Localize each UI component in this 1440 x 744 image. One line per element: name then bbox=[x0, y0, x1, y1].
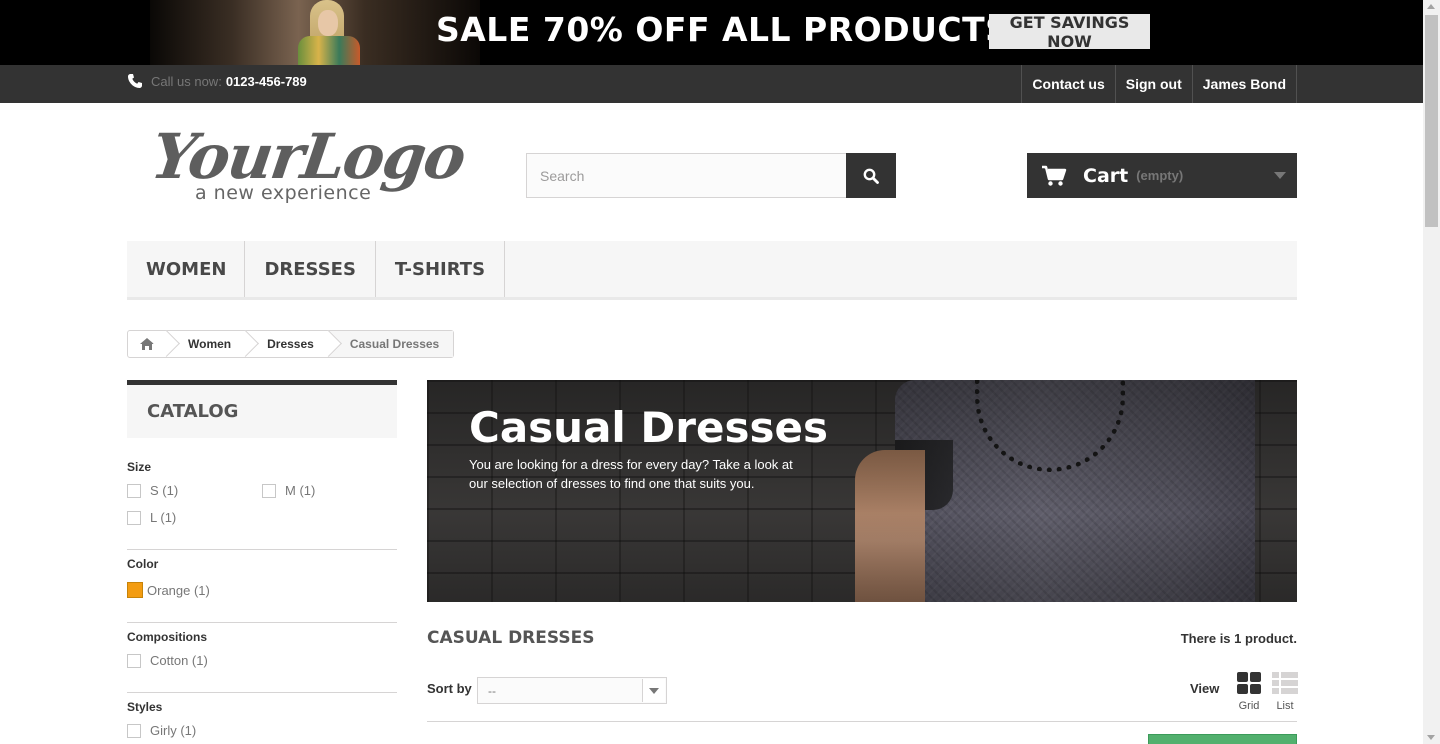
category-banner: Casual Dresses You are looking for a dre… bbox=[427, 380, 1297, 602]
size-m-checkbox[interactable] bbox=[262, 483, 276, 498]
sort-select[interactable]: -- bbox=[477, 677, 667, 704]
grid-icon bbox=[1237, 672, 1261, 694]
composition-option-cotton[interactable]: Cotton (1) bbox=[127, 653, 208, 668]
menu-item-tshirts[interactable]: T-SHIRTS bbox=[376, 241, 506, 297]
product-list-divider bbox=[427, 721, 1297, 722]
phone-icon bbox=[128, 74, 142, 88]
view-label: View bbox=[1190, 681, 1220, 696]
color-option-orange[interactable]: Orange (1) bbox=[127, 582, 210, 598]
size-l-checkbox[interactable] bbox=[127, 510, 141, 525]
chevron-down-icon[interactable] bbox=[642, 679, 665, 702]
product-count-prefix: There is bbox=[1180, 631, 1235, 646]
filter-divider bbox=[127, 692, 397, 693]
filter-divider bbox=[127, 622, 397, 623]
cart-button[interactable]: Cart (empty) bbox=[1027, 153, 1297, 198]
size-option-s[interactable]: S (1) bbox=[127, 483, 178, 498]
grid-view-toggle[interactable]: Grid bbox=[1235, 672, 1263, 712]
main-menu: WOMEN DRESSES T-SHIRTS bbox=[127, 241, 1297, 300]
compare-button-partial[interactable] bbox=[1148, 734, 1297, 744]
top-nav-bar: Call us now: 0123-456-789 Contact us Sig… bbox=[0, 65, 1423, 103]
search-form bbox=[526, 153, 896, 198]
size-m-label: M (1) bbox=[285, 483, 316, 498]
sort-label: Sort by bbox=[427, 681, 472, 696]
orange-color-swatch[interactable] bbox=[127, 582, 143, 598]
sign-out-link[interactable]: Sign out bbox=[1114, 65, 1192, 103]
breadcrumb-current: Casual Dresses bbox=[327, 331, 454, 357]
scroll-thumb[interactable] bbox=[1425, 15, 1438, 227]
breadcrumb: Women Dresses Casual Dresses bbox=[127, 330, 455, 358]
size-l-label: L (1) bbox=[150, 510, 177, 525]
sort-value: -- bbox=[488, 683, 496, 698]
girly-label: Girly (1) bbox=[150, 723, 197, 738]
color-orange-label: Orange (1) bbox=[147, 582, 210, 598]
product-count-suffix: product. bbox=[1241, 631, 1297, 646]
size-filter-title: Size bbox=[127, 460, 152, 474]
get-savings-button[interactable]: GET SAVINGS NOW bbox=[989, 13, 1150, 51]
menu-item-dresses[interactable]: DRESSES bbox=[245, 241, 376, 297]
list-label: List bbox=[1276, 700, 1294, 712]
cotton-label: Cotton (1) bbox=[150, 653, 208, 668]
category-description: You are looking for a dress for every da… bbox=[469, 457, 793, 491]
chevron-down-icon bbox=[1274, 172, 1286, 179]
style-option-girly[interactable]: Girly (1) bbox=[127, 723, 196, 738]
catalog-heading: CATALOG bbox=[127, 380, 397, 438]
product-count: There is 1 product. bbox=[1181, 631, 1297, 646]
size-s-label: S (1) bbox=[150, 483, 179, 498]
phone-info: Call us now: 0123-456-789 bbox=[127, 73, 307, 89]
color-filter: Color bbox=[127, 557, 397, 571]
shopping-cart-icon bbox=[1042, 165, 1067, 186]
store-logo[interactable]: YourLogo a new experience bbox=[147, 120, 469, 208]
styles-filter: Styles bbox=[127, 700, 397, 714]
page-scrollbar[interactable] bbox=[1423, 0, 1440, 744]
search-icon bbox=[863, 168, 879, 184]
user-nav: Contact us Sign out James Bond bbox=[1021, 65, 1297, 103]
styles-filter-title: Styles bbox=[127, 700, 163, 714]
list-icon bbox=[1272, 672, 1298, 694]
contact-us-link[interactable]: Contact us bbox=[1021, 65, 1114, 103]
search-input[interactable] bbox=[526, 153, 846, 198]
logo-tagline: a new experience bbox=[195, 182, 372, 204]
product-list-heading: CASUAL DRESSES bbox=[427, 628, 595, 648]
compositions-filter: Compositions bbox=[127, 630, 397, 644]
compositions-filter-title: Compositions bbox=[127, 630, 207, 644]
cotton-checkbox[interactable] bbox=[127, 653, 141, 668]
cart-status: (empty) bbox=[1136, 168, 1184, 183]
promo-headline: SALE 70% OFF ALL PRODUCTS bbox=[436, 10, 1010, 49]
search-button[interactable] bbox=[846, 153, 896, 198]
scroll-down-arrow-icon[interactable] bbox=[1427, 735, 1435, 740]
promo-banner[interactable]: SALE 70% OFF ALL PRODUCTS GET SAVINGS NO… bbox=[0, 0, 1423, 65]
scroll-up-arrow-icon[interactable] bbox=[1427, 4, 1435, 9]
promo-model-image bbox=[150, 0, 480, 65]
girly-checkbox[interactable] bbox=[127, 723, 141, 738]
size-s-checkbox[interactable] bbox=[127, 483, 141, 498]
cart-label: Cart bbox=[1083, 164, 1129, 187]
grid-label: Grid bbox=[1238, 700, 1260, 712]
size-option-l[interactable]: L (1) bbox=[127, 510, 176, 525]
call-us-label: Call us now: bbox=[151, 73, 222, 89]
menu-item-women[interactable]: WOMEN bbox=[127, 241, 246, 297]
phone-number: 0123-456-789 bbox=[225, 73, 307, 89]
account-link[interactable]: James Bond bbox=[1191, 65, 1297, 103]
size-filter: Size bbox=[127, 460, 397, 474]
size-option-m[interactable]: M (1) bbox=[262, 483, 315, 498]
color-filter-title: Color bbox=[127, 557, 159, 571]
category-title: Casual Dresses bbox=[469, 403, 828, 452]
filter-divider bbox=[127, 549, 397, 550]
list-view-toggle[interactable]: List bbox=[1271, 672, 1299, 712]
